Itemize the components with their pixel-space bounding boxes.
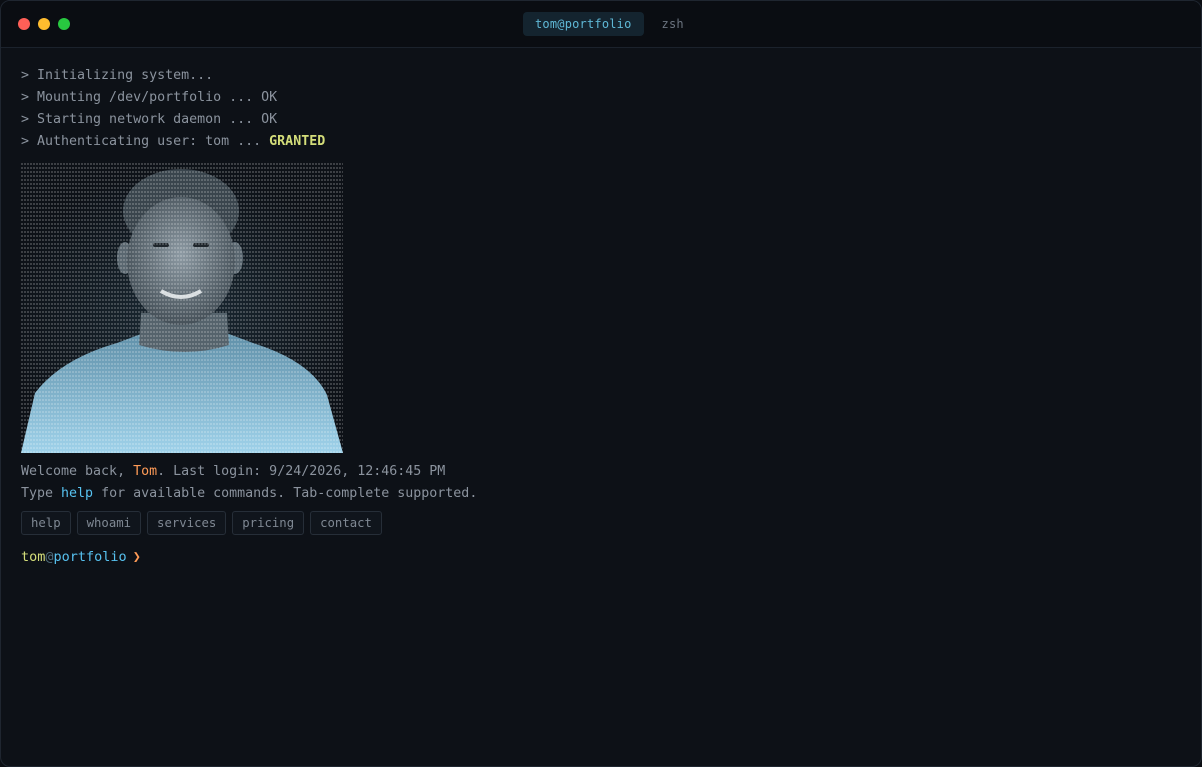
auth-line: > Authenticating user: tom ... GRANTED xyxy=(21,131,1181,153)
tab-tom-portfolio[interactable]: tom@portfolio xyxy=(523,12,644,36)
last-login-text: . Last login: 9/24/2026, 12:46:45 PM xyxy=(157,464,446,479)
prompt-user: tom xyxy=(21,549,46,565)
terminal-output: > Initializing system... > Mounting /dev… xyxy=(21,65,1181,766)
boot-line: > Initializing system... xyxy=(21,68,214,83)
command-chip-help[interactable]: help xyxy=(21,511,71,535)
command-chip-whoami[interactable]: whoami xyxy=(76,511,142,535)
ascii-portrait-image xyxy=(21,163,343,453)
user-name: Tom xyxy=(133,464,158,479)
command-chip-services[interactable]: services xyxy=(147,511,227,535)
boot-line: > Mounting /dev/portfolio ... OK xyxy=(21,90,278,105)
close-window-button[interactable] xyxy=(18,18,30,30)
prompt-arrow-icon: ❯ xyxy=(132,549,141,565)
prompt-at: @ xyxy=(45,549,54,565)
maximize-window-button[interactable] xyxy=(58,18,70,30)
help-command-highlight: help xyxy=(61,486,94,501)
hint-prefix: Type xyxy=(21,486,62,501)
terminal-window: tom@portfolio zsh > Initializing system.… xyxy=(0,0,1202,767)
tab-zsh[interactable]: zsh xyxy=(650,12,696,36)
tab-bar: tom@portfolio zsh xyxy=(523,12,696,36)
hint-suffix: for available commands. Tab-complete sup… xyxy=(93,486,478,501)
title-bar: tom@portfolio zsh xyxy=(1,1,1201,48)
minimize-window-button[interactable] xyxy=(38,18,50,30)
portrait-graphic xyxy=(21,163,343,453)
prompt-host: portfolio xyxy=(53,549,127,565)
auth-status: GRANTED xyxy=(269,134,326,149)
hint-line: Type help for available commands. Tab-co… xyxy=(21,483,1181,505)
auth-prefix: > Authenticating user: tom ... xyxy=(21,134,270,149)
command-shortcuts: help whoami services pricing contact xyxy=(21,511,1181,535)
welcome-line: Welcome back, Tom. Last login: 9/24/2026… xyxy=(21,461,1181,483)
boot-line: > Starting network daemon ... OK xyxy=(21,112,278,127)
command-chip-contact[interactable]: contact xyxy=(310,511,382,535)
command-chip-pricing[interactable]: pricing xyxy=(232,511,305,535)
welcome-prefix: Welcome back, xyxy=(21,464,134,479)
command-prompt[interactable]: tom@portfolio ❯ xyxy=(21,546,1181,568)
